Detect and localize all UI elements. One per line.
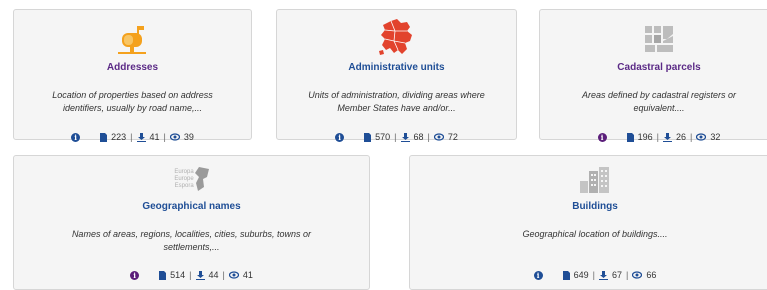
info-icon[interactable]: i xyxy=(130,270,140,280)
logo-line: Espora xyxy=(174,182,194,189)
card-buildings[interactable]: Buildings Geographical location of build… xyxy=(409,155,767,290)
card-title[interactable]: Cadastral parcels xyxy=(540,62,767,73)
card-description: Location of properties based on address … xyxy=(52,90,213,113)
document-icon xyxy=(562,270,570,280)
buildings-icon xyxy=(410,166,767,194)
card-stats: i 223 | 41 | 39 xyxy=(14,132,251,142)
card-description: Areas defined by cadastral registers or … xyxy=(581,90,737,113)
download-icon xyxy=(400,132,410,142)
logo-line: Europe xyxy=(174,175,194,182)
eye-icon xyxy=(228,271,239,279)
documents-count: 514 xyxy=(170,270,186,280)
card-addresses[interactable]: Addresses Location of properties based o… xyxy=(13,9,252,142)
views-count: 32 xyxy=(710,132,721,142)
downloads-count: 26 xyxy=(676,132,687,142)
mailbox-icon xyxy=(14,22,251,56)
download-icon xyxy=(599,270,608,280)
card-title[interactable]: Buildings xyxy=(410,201,767,212)
downloads-count: 67 xyxy=(612,270,623,280)
card-geographical-names[interactable]: Europa Europe Espora Geographical names … xyxy=(13,155,370,290)
eye-icon xyxy=(696,133,707,141)
eye-icon xyxy=(169,133,180,141)
card-cadastral-parcels[interactable]: Cadastral parcels Areas defined by cadas… xyxy=(539,9,767,142)
eye-icon xyxy=(632,271,643,279)
place-names-icon: Europa Europe Espora xyxy=(14,164,369,194)
downloads-count: 41 xyxy=(149,132,160,142)
eye-icon xyxy=(433,133,444,141)
views-count: 66 xyxy=(646,270,657,280)
card-stats: i 570 | 68 | 72 xyxy=(277,132,516,142)
card-description: Geographical location of buildings.... xyxy=(522,229,668,239)
views-count: 41 xyxy=(242,270,253,280)
card-stats: i 649 | 67 | 66 xyxy=(410,270,767,280)
document-icon xyxy=(159,270,167,280)
info-icon[interactable]: i xyxy=(533,270,543,280)
card-title[interactable]: Administrative units xyxy=(277,62,516,73)
card-stats: i 196 | 26 | 32 xyxy=(540,132,767,142)
info-icon[interactable]: i xyxy=(71,132,81,142)
document-icon xyxy=(626,132,634,142)
download-icon xyxy=(195,270,205,280)
parcels-icon xyxy=(540,22,767,56)
card-administrative-units[interactable]: Administrative units Units of administra… xyxy=(276,9,517,142)
card-title[interactable]: Addresses xyxy=(14,62,251,73)
card-description: Names of areas, regions, localities, cit… xyxy=(71,229,312,252)
europe-map-icon xyxy=(277,16,516,58)
download-icon xyxy=(663,132,672,142)
downloads-count: 68 xyxy=(413,132,424,142)
documents-count: 649 xyxy=(573,270,589,280)
card-title[interactable]: Geographical names xyxy=(14,201,369,212)
downloads-count: 44 xyxy=(208,270,219,280)
card-stats: i 514 | 44 | 41 xyxy=(14,270,369,280)
views-count: 39 xyxy=(183,132,194,142)
logo-line: Europa xyxy=(174,168,194,175)
documents-count: 223 xyxy=(111,132,127,142)
documents-count: 196 xyxy=(637,132,653,142)
views-count: 72 xyxy=(447,132,458,142)
card-description: Units of administration, dividing areas … xyxy=(308,90,485,113)
document-icon xyxy=(364,132,372,142)
info-icon[interactable]: i xyxy=(335,132,345,142)
info-icon[interactable]: i xyxy=(597,132,607,142)
download-icon xyxy=(136,132,146,142)
document-icon xyxy=(100,132,108,142)
documents-count: 570 xyxy=(375,132,391,142)
